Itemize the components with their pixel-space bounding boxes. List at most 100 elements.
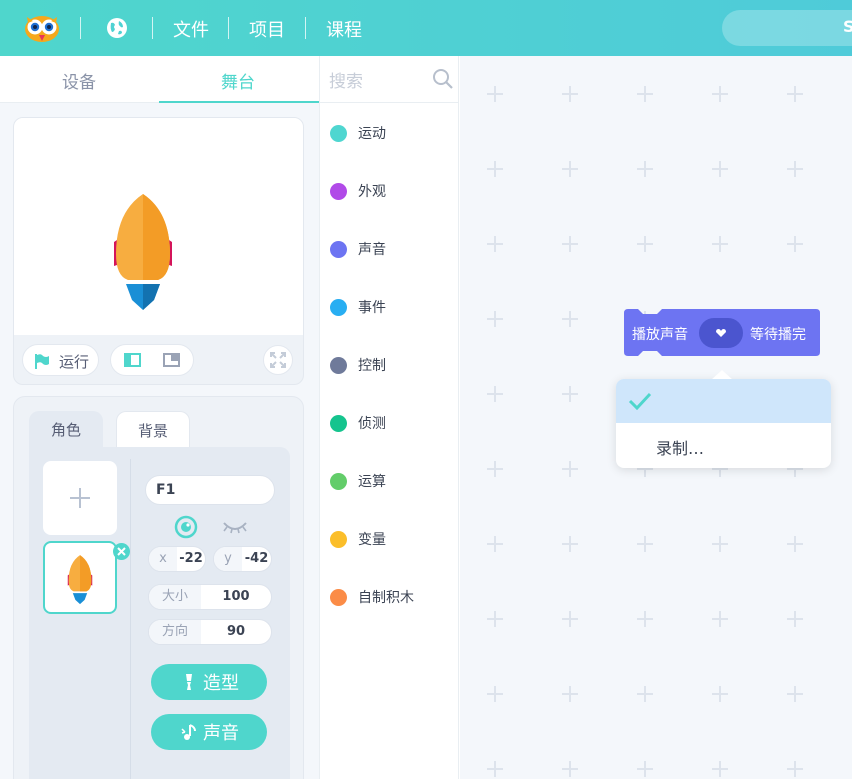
- x-value[interactable]: -22: [177, 547, 205, 571]
- layout-toggle: [110, 344, 194, 376]
- direction-field[interactable]: 方向 90: [148, 619, 272, 645]
- grid-marker: [487, 386, 503, 402]
- category-label: 变量: [358, 532, 386, 548]
- block-search[interactable]: 搜索: [320, 56, 459, 103]
- category-color-dot: [330, 589, 347, 606]
- eye-closed-icon[interactable]: [222, 519, 248, 535]
- y-position-field[interactable]: y -42: [213, 546, 272, 572]
- block-search-placeholder: 搜索: [329, 72, 363, 92]
- menu-project[interactable]: 项目: [249, 16, 285, 42]
- category-label: 侦测: [358, 416, 386, 432]
- category-label: 自制积木: [358, 590, 414, 606]
- run-button[interactable]: 运行: [22, 344, 99, 376]
- grid-marker: [637, 611, 653, 627]
- separator: [305, 17, 306, 39]
- block-text-prefix: 播放声音: [632, 327, 688, 343]
- fullscreen-icon: [270, 352, 286, 368]
- grid-marker: [787, 236, 803, 252]
- dropdown-heart-arrow-icon: [716, 329, 726, 337]
- grid-marker: [712, 686, 728, 702]
- separator: [228, 17, 229, 39]
- grid-marker: [787, 86, 803, 102]
- stage-canvas[interactable]: [14, 118, 303, 335]
- delete-sprite-button[interactable]: [113, 543, 130, 560]
- tab-devices[interactable]: 设备: [62, 68, 96, 93]
- grid-marker: [562, 161, 578, 177]
- top-search-box[interactable]: [722, 10, 852, 46]
- y-label: y: [214, 547, 242, 571]
- grid-marker: [787, 536, 803, 552]
- grid-marker: [562, 86, 578, 102]
- grid-marker: [562, 611, 578, 627]
- grid-marker: [487, 311, 503, 327]
- grid-marker: [487, 461, 503, 477]
- grid-marker: [487, 761, 503, 777]
- layout-large-icon[interactable]: [163, 353, 180, 367]
- grid-marker: [787, 761, 803, 777]
- grid-marker: [637, 686, 653, 702]
- separator: [152, 17, 153, 39]
- grid-marker: [712, 236, 728, 252]
- layout-small-icon[interactable]: [124, 353, 141, 367]
- grid-marker: [712, 761, 728, 777]
- flag-icon: [35, 354, 49, 369]
- size-field[interactable]: 大小 100: [148, 584, 272, 610]
- category-label: 外观: [358, 184, 386, 200]
- menu-course[interactable]: 课程: [326, 16, 362, 42]
- divider: [130, 459, 131, 779]
- category-color-dot: [330, 357, 347, 374]
- grid-marker: [562, 761, 578, 777]
- stage-card: 运行: [13, 117, 304, 385]
- top-search-initial: S: [843, 17, 852, 37]
- music-note-icon: [181, 724, 196, 740]
- size-label: 大小: [149, 585, 201, 609]
- grid-marker: [712, 161, 728, 177]
- sprite-panel: 角色 背景 F1 x -22 y -42 大小 100 方向 90 造型 声音: [13, 396, 304, 779]
- costume-button[interactable]: 造型: [151, 664, 267, 700]
- top-search-text: S: [843, 17, 852, 36]
- grid-marker: [562, 461, 578, 477]
- category-color-dot: [330, 241, 347, 258]
- search-icon[interactable]: [432, 68, 454, 90]
- tab-sprites[interactable]: 角色: [29, 411, 103, 449]
- grid-marker: [787, 161, 803, 177]
- category-color-dot: [330, 531, 347, 548]
- size-value[interactable]: 100: [201, 585, 271, 609]
- fullscreen-button[interactable]: [263, 345, 293, 375]
- grid-marker: [487, 536, 503, 552]
- grid-marker: [637, 536, 653, 552]
- grid-marker: [562, 686, 578, 702]
- rocket-sprite[interactable]: [98, 194, 188, 312]
- direction-value[interactable]: 90: [201, 620, 271, 644]
- sprite-thumbnail[interactable]: [43, 541, 130, 614]
- sound-button[interactable]: 声音: [151, 714, 267, 750]
- dropdown-item-selected[interactable]: [616, 379, 831, 423]
- grid-marker: [637, 236, 653, 252]
- grid-marker: [487, 686, 503, 702]
- grid-marker: [487, 86, 503, 102]
- left-tabs: 设备 舞台: [0, 56, 319, 103]
- x-position-field[interactable]: x -22: [148, 546, 206, 572]
- grid-marker: [637, 86, 653, 102]
- menu-file[interactable]: 文件: [173, 16, 209, 42]
- globe-icon[interactable]: [106, 17, 128, 39]
- sound-dropdown[interactable]: [699, 318, 743, 348]
- sprite-name-field[interactable]: F1: [145, 475, 275, 505]
- direction-label: 方向: [149, 620, 201, 644]
- dropdown-item-record[interactable]: 录制…: [616, 423, 831, 468]
- owl-logo-icon[interactable]: [24, 13, 60, 43]
- tab-backdrops[interactable]: 背景: [116, 411, 190, 449]
- y-value[interactable]: -42: [242, 547, 271, 571]
- grid-marker: [487, 611, 503, 627]
- grid-marker: [712, 536, 728, 552]
- sprite-body: F1 x -22 y -42 大小 100 方向 90 造型 声音: [29, 447, 290, 779]
- add-sprite-button[interactable]: [43, 461, 117, 535]
- eye-open-icon[interactable]: [174, 515, 198, 539]
- grid-marker: [487, 161, 503, 177]
- grid-marker: [637, 161, 653, 177]
- rocket-thumbnail-icon: [67, 555, 93, 605]
- sound-dropdown-menu: 录制…: [616, 370, 831, 468]
- tab-stage[interactable]: 舞台: [221, 68, 255, 93]
- grid-marker: [712, 86, 728, 102]
- play-sound-until-done-block[interactable]: 播放声音 等待播完: [624, 309, 820, 356]
